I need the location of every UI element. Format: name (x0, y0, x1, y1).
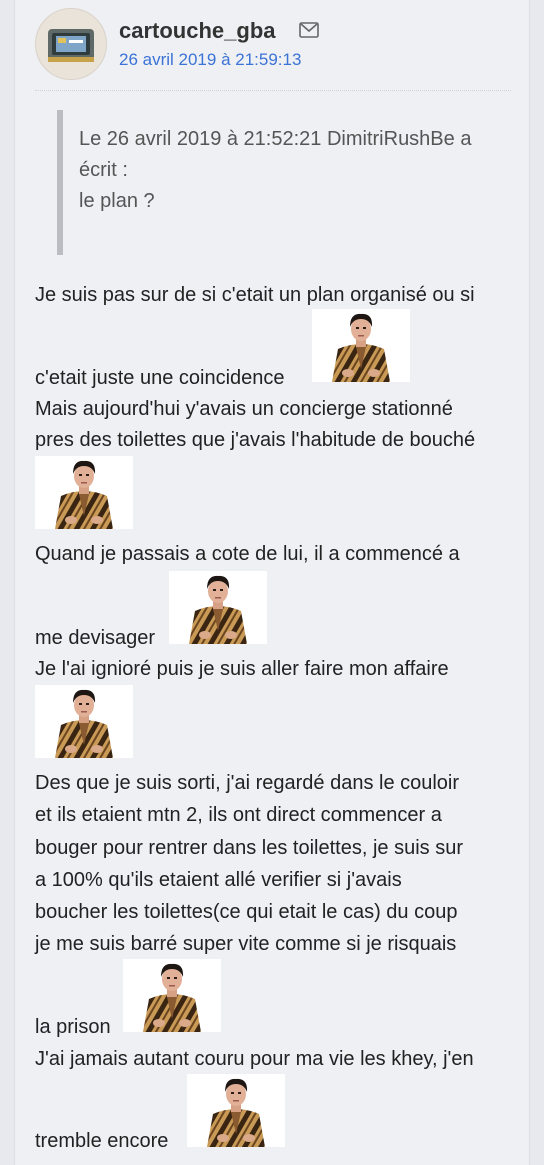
avatar[interactable] (35, 8, 107, 80)
message-line: c'etait juste une coincidence (35, 367, 285, 389)
forum-post: cartouche_gba 26 avril 2019 à 21:59:13 L… (14, 0, 530, 1165)
message-line: et ils etaient mtn 2, ils ont direct com… (35, 804, 442, 826)
message-line: je me suis barré super vite comme si je … (35, 933, 457, 955)
message-line: pres des toilettes que j'avais l'habitud… (35, 429, 476, 451)
message-line: a 100% qu'ils etaient allé verifier si j… (35, 869, 402, 891)
post-header: cartouche_gba 26 avril 2019 à 21:59:13 (35, 8, 505, 80)
message-line: J'ai jamais autant couru pour ma vie les… (35, 1048, 474, 1070)
author-name[interactable]: cartouche_gba (119, 18, 276, 44)
post-date-link[interactable]: 26 avril 2019 à 21:59:13 (119, 50, 301, 70)
message-line: boucher les toilettes(ce qui etait le ca… (35, 901, 458, 923)
message-line: Quand je passais a cote de lui, il a com… (35, 543, 460, 565)
sticker-image[interactable] (35, 685, 133, 758)
envelope-icon[interactable] (299, 22, 319, 38)
quote-content: Le 26 avril 2019 à 21:52:21 DimitriRushB… (79, 124, 509, 217)
message-line: Mais aujourd'hui y'avais un concierge st… (35, 398, 453, 420)
divider (35, 90, 511, 91)
quote-header: Le 26 avril 2019 à 21:52:21 DimitriRushB… (79, 128, 472, 181)
message-line: Des que je suis sorti, j'ai regardé dans… (35, 772, 460, 794)
sticker-icon (35, 456, 133, 529)
sticker-image[interactable] (35, 456, 133, 529)
message-line: tremble encore (35, 1130, 169, 1152)
message-line: me devisager (35, 627, 156, 649)
message-line: la prison (35, 1016, 111, 1038)
quote-text: le plan ? (79, 190, 155, 212)
quote-block: Le 26 avril 2019 à 21:52:21 DimitriRushB… (57, 110, 513, 255)
message-line: Je l'ai ignioré puis je suis aller faire… (35, 658, 449, 680)
gba-cartridge-icon (48, 29, 94, 62)
sticker-icon (35, 685, 133, 758)
message-line: Je suis pas sur de si c'etait un plan or… (35, 284, 475, 306)
message-line: bouger pour rentrer dans les toilettes, … (35, 837, 463, 859)
